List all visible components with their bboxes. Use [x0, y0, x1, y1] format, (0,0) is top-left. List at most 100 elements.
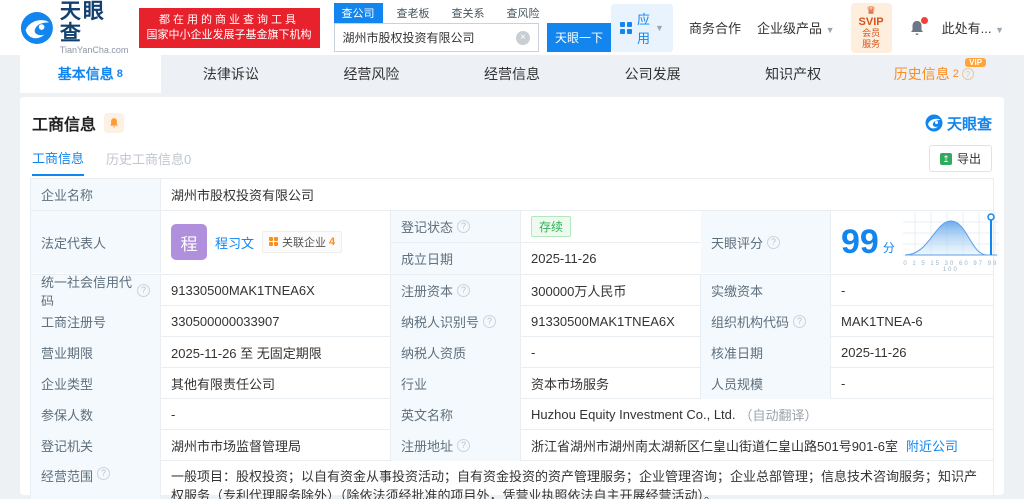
help-icon[interactable]: ?: [961, 68, 974, 80]
chart-axis-labels: 0 1 5 15 30 60 97 99 100: [903, 260, 999, 273]
tab-operating-risk[interactable]: 经营风险: [301, 55, 442, 93]
english-name-value: Huzhou Equity Investment Co., Ltd. （自动翻译…: [521, 399, 993, 430]
tab-label: 基本信息: [57, 66, 114, 82]
apps-menu[interactable]: 应用 ▼: [611, 3, 673, 52]
help-icon[interactable]: ?: [137, 284, 150, 297]
establish-date-label: 成立日期: [391, 243, 521, 274]
tab-business-info[interactable]: 经营信息: [442, 55, 583, 93]
watermark-text: 天眼查: [946, 115, 992, 133]
reg-address-label: 注册地址 ?: [391, 430, 521, 461]
org-code-label: 组织机构代码 ?: [701, 306, 831, 337]
help-icon[interactable]: ?: [793, 315, 807, 328]
label-text: 登记状态: [401, 220, 454, 235]
tab-history-info[interactable]: 历史信息 2 ? VIP: [863, 55, 1004, 93]
approval-date-label: 核准日期: [701, 337, 831, 368]
tab-label: 经营信息: [484, 66, 541, 82]
reg-status-value: 存续: [521, 211, 701, 242]
reg-authority-value: 湖州市市场监督管理局: [161, 430, 391, 461]
company-nav-tabs: 基本信息 8 法律诉讼 经营风险 经营信息 公司发展 知识产权 历史信息 2 ?…: [20, 55, 1004, 93]
logo-swirl-icon: [20, 11, 53, 44]
search-tab-company[interactable]: 查公司: [333, 3, 383, 23]
notifications-button[interactable]: [908, 16, 928, 37]
table-row: 营业期限 2025-11-26 至 无固定期限 纳税人资质 - 核准日期 202…: [31, 337, 993, 368]
tab-basic-info[interactable]: 基本信息 8: [20, 55, 161, 93]
tab-legal-proceedings[interactable]: 法律诉讼: [161, 55, 302, 93]
score-value[interactable]: 99 分 0 1 5 15 30 60 97 99 100: [831, 211, 1009, 273]
approval-date-value: 2025-11-26: [841, 345, 907, 360]
search-tab-relation[interactable]: 查关系: [444, 3, 493, 23]
reg-address-value: 浙江省湖州市湖州南太湖新区仁皇山街道仁皇山路501号901-6室 附近公司: [521, 430, 993, 461]
notification-dot: [920, 16, 928, 24]
avatar[interactable]: 程: [171, 224, 207, 260]
industry-label: 行业: [391, 368, 521, 399]
help-icon[interactable]: ?: [457, 439, 471, 452]
business-info-card: 工商信息 天眼查 工商信息 历史工商信息0 导出: [20, 97, 1004, 499]
brand-slogan: 都在用的商业查询工具 国家中小企业发展子基金旗下机构: [138, 7, 320, 48]
brand-name: 天眼查: [59, 0, 106, 45]
reg-number-value: 330500000033907: [161, 306, 391, 337]
logo-swirl-icon: [925, 114, 943, 132]
search-button[interactable]: 天眼一下: [547, 23, 612, 52]
nav-more[interactable]: 此处有... ▼: [942, 18, 1004, 37]
header: 天眼查 TianYanCha.com 都在用的商业查询工具 国家中小企业发展子基…: [0, 0, 1024, 55]
paid-capital-label: 实缴资本: [701, 275, 831, 306]
nearby-companies-link[interactable]: 附近公司: [906, 436, 958, 455]
credit-code-label: 统一社会信用代码 ?: [31, 275, 161, 309]
legal-rep-label: 法定代表人: [31, 211, 161, 273]
clear-search-icon[interactable]: ×: [516, 30, 531, 45]
tab-label: 经营风险: [343, 66, 400, 82]
score-distribution-chart: 0 1 5 15 30 60 97 99 100: [902, 211, 999, 273]
org-code-value: MAK1TNEA-6: [841, 314, 923, 329]
reg-status-label: 登记状态 ?: [391, 211, 521, 242]
subtab-business-info[interactable]: 工商信息: [32, 148, 85, 176]
insured-count-value: -: [161, 399, 391, 430]
related-companies-badge[interactable]: 关联企业 4: [262, 231, 343, 253]
reg-capital-label: 注册资本 ?: [391, 275, 521, 306]
table-row: 企业类型 其他有限责任公司 行业 资本市场服务 人员规模 -: [31, 368, 993, 399]
help-icon[interactable]: ?: [457, 284, 471, 297]
company-type-label: 企业类型: [31, 368, 161, 399]
credit-code-value: 91330500MAK1TNEA6X: [161, 275, 391, 306]
export-label: 导出: [956, 152, 981, 166]
company-name-value: 湖州市股权投资有限公司: [171, 188, 315, 203]
taxpayer-quality-value: -: [521, 337, 701, 368]
search-tab-boss[interactable]: 查老板: [389, 3, 438, 23]
svip-membership-button[interactable]: ♛ SVIP 会员服务: [850, 2, 892, 53]
tianyancha-logo[interactable]: 天眼查 TianYanCha.com: [20, 0, 129, 55]
help-icon[interactable]: ?: [483, 315, 497, 328]
help-icon[interactable]: ?: [457, 220, 471, 233]
biz-term-value: 2025-11-26 至 无固定期限: [161, 337, 391, 368]
help-icon[interactable]: ?: [97, 467, 111, 480]
status-badge: 存续: [531, 216, 572, 237]
search-input[interactable]: [334, 30, 517, 45]
slogan-line1: 都在用的商业查询工具: [159, 13, 300, 26]
nav-enterprise-products[interactable]: 企业级产品 ▼: [757, 18, 835, 37]
search-tab-risk[interactable]: 查风险: [499, 3, 548, 23]
section-title: 工商信息: [32, 117, 97, 134]
biz-scope-label: 经营范围 ?: [31, 461, 161, 499]
help-icon[interactable]: ?: [767, 235, 781, 249]
nav-business-coop[interactable]: 商务合作: [689, 18, 741, 37]
enterprise-label: 企业级产品: [756, 21, 822, 36]
table-row: 参保人数 - 英文名称 Huzhou Equity Investment Co.…: [31, 399, 993, 430]
label-text: 注册地址: [401, 439, 454, 454]
legal-rep-link[interactable]: 程习文: [215, 233, 254, 252]
subtab-history-business-info[interactable]: 历史工商信息0: [106, 149, 191, 175]
export-excel-icon: [939, 152, 952, 165]
brand-domain: TianYanCha.com: [59, 44, 129, 55]
biz-scope-value: 一般项目：股权投资；以自有资金从事投资活动；自有资金投资的资产管理服务；企业管理…: [171, 469, 978, 499]
tab-company-development[interactable]: 公司发展: [582, 55, 723, 93]
export-button[interactable]: 导出: [928, 145, 992, 172]
auto-translate-note: （自动翻译）: [739, 408, 818, 423]
svip-sublabel: 会员服务: [862, 27, 881, 49]
subscribe-bell-button[interactable]: [104, 113, 125, 133]
related-label: 关联企业: [282, 237, 327, 249]
score-unit: 分: [882, 240, 895, 255]
table-row: 统一社会信用代码 ? 91330500MAK1TNEA6X 注册资本 ? 300…: [31, 275, 993, 309]
table-row: 登记机关 湖州市市场监督管理局 注册地址 ? 浙江省湖州市湖州南太湖新区仁皇山街…: [31, 430, 993, 461]
business-info-table: 企业名称 湖州市股权投资有限公司 法定代表人 程 程习文 关联企业 4 登记状态…: [30, 178, 999, 499]
score-label: 天眼评分 ?: [701, 211, 831, 273]
tab-intellectual-property[interactable]: 知识产权: [723, 55, 864, 93]
staff-size-label: 人员规模: [701, 368, 831, 399]
label-text: 经营范围: [41, 469, 94, 484]
